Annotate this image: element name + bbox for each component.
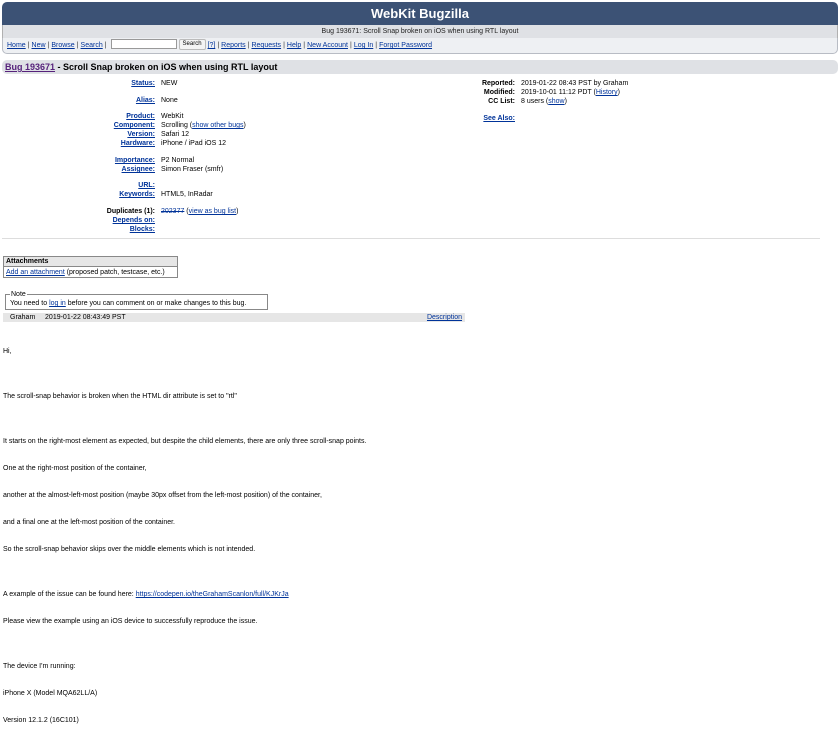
nav-help-link[interactable]: Help <box>287 42 301 49</box>
url-label[interactable]: URL: <box>5 182 155 189</box>
view-as-bug-list-link[interactable]: view as bug list <box>189 208 236 215</box>
comment-header: Graham 2019-01-22 08:43:49 PST Descripti… <box>3 313 465 322</box>
modified-label: Modified: <box>483 89 515 96</box>
nav-home-link[interactable]: Home <box>7 42 26 49</box>
nav-new-account-link[interactable]: New Account <box>307 42 348 49</box>
nav-reports-link[interactable]: Reports <box>221 42 246 49</box>
comment-line: It starts on the right-most element as e… <box>3 438 367 445</box>
attachments-heading: Attachments <box>4 257 177 267</box>
comment-line: One at the right-most position of the co… <box>3 465 147 472</box>
page-header: WebKit Bugzilla Bug 193671: Scroll Snap … <box>2 2 838 54</box>
keywords-value: HTML5, InRadar <box>161 191 213 198</box>
quicksearch-input[interactable] <box>110 39 177 50</box>
bug-title-bar: Bug 193671 - Scroll Snap broken on iOS w… <box>2 60 838 74</box>
version-label[interactable]: Version: <box>5 131 155 138</box>
nav-links-bar: Home | New | Browse | Search | Search [?] | Report… <box>2 38 838 54</box>
comment-line: Version 12.1.2 (16C101) <box>3 717 79 724</box>
nav-forgot-password-link[interactable]: Forgot Password <box>379 42 432 49</box>
depends-on-label[interactable]: Depends on: <box>5 217 155 224</box>
nav-browse-link[interactable]: Browse <box>51 42 74 49</box>
keywords-label[interactable]: Keywords: <box>5 191 155 198</box>
cc-show-link[interactable]: show <box>548 98 564 105</box>
site-title[interactable]: WebKit Bugzilla <box>2 2 838 25</box>
nav-search-link[interactable]: Search <box>81 42 103 49</box>
alias-label[interactable]: Alias: <box>5 97 155 104</box>
add-attachment-hint: (proposed patch, testcase, etc.) <box>64 269 165 276</box>
comment-line: iPhone X (Model MQA62LL/A) <box>3 690 98 697</box>
bug-summary: - Scroll Snap broken on iOS when using R… <box>55 62 278 72</box>
see-also-label[interactable]: See Also: <box>365 115 515 122</box>
comment-line: and a final one at the left-most positio… <box>3 519 175 526</box>
show-other-bugs-link[interactable]: show other bugs <box>192 122 243 129</box>
importance-label[interactable]: Importance: <box>5 157 155 164</box>
comment-line: The device I'm running: <box>3 663 76 670</box>
component-value: Scrolling (show other bugs) <box>161 122 246 129</box>
add-attachment-link[interactable]: Add an attachment <box>6 269 65 276</box>
assignee-label[interactable]: Assignee: <box>5 166 155 173</box>
comment-line: Hi, <box>3 348 12 355</box>
product-label[interactable]: Product: <box>5 113 155 120</box>
importance-value: P2 Normal <box>161 157 195 164</box>
duplicates-label: Duplicates (1): <box>106 208 155 215</box>
example-url-link[interactable]: https://codepen.io/theGrahamScanlon/full… <box>136 591 289 598</box>
reported-label: Reported: <box>481 80 515 87</box>
history-link[interactable]: History <box>596 89 618 96</box>
comment-author[interactable]: Graham <box>10 314 35 321</box>
duplicates-value: 202377 (view as bug list) <box>161 208 239 215</box>
login-note: Note You need to log in before you can c… <box>5 291 268 310</box>
search-help-link[interactable]: [?] <box>208 42 216 49</box>
comment-line: So the scroll-snap behavior skips over t… <box>3 546 256 553</box>
alias-value: None <box>161 97 178 104</box>
status-value: NEW <box>161 80 178 87</box>
hardware-label[interactable]: Hardware: <box>5 140 155 147</box>
cc-list-value: 8 users (show) <box>521 98 567 105</box>
hardware-value: iPhone / iPad iOS 12 <box>161 140 226 147</box>
comment-line: Please view the example using an iOS dev… <box>3 618 258 625</box>
product-value: WebKit <box>161 113 184 120</box>
nav-login-link[interactable]: Log In <box>354 42 373 49</box>
assignee-value: Simon Fraser (smfr) <box>161 166 224 173</box>
cc-list-label: CC List: <box>488 98 515 105</box>
quicksearch-button[interactable]: Search <box>178 38 206 50</box>
version-value: Safari 12 <box>161 131 190 138</box>
description-link[interactable]: Description <box>427 313 462 322</box>
bug-id-link[interactable]: Bug 193671 <box>5 62 55 72</box>
comment-timestamp: 2019-01-22 08:43:49 PST <box>45 314 126 321</box>
modified-value: 2019-10-01 11:12 PDT (History) <box>521 89 620 96</box>
comment-line: The scroll-snap behavior is broken when … <box>3 393 237 400</box>
note-legend: Note <box>11 291 26 298</box>
comment-body: Hi, The scroll-snap behavior is broken w… <box>3 329 803 734</box>
status-label[interactable]: Status: <box>5 80 155 87</box>
section-divider <box>2 238 820 239</box>
reported-value: 2019-01-22 08:43 PST by Graham <box>521 80 629 87</box>
comment-line: another at the almost-left-most position… <box>3 492 322 499</box>
component-label[interactable]: Component: <box>5 122 155 129</box>
blocks-label[interactable]: Blocks: <box>5 226 155 233</box>
nav-requests-link[interactable]: Requests <box>251 42 281 49</box>
attachments-table: Attachments Add an attachment (proposed … <box>3 256 178 278</box>
note-login-link[interactable]: log in <box>49 300 66 307</box>
comment-line: A example of the issue can be found here… <box>3 591 289 598</box>
duplicate-bug-link[interactable]: 202377 <box>161 208 184 215</box>
bug-subtitle: Bug 193671: Scroll Snap broken on iOS wh… <box>2 25 838 38</box>
nav-new-link[interactable]: New <box>32 42 46 49</box>
